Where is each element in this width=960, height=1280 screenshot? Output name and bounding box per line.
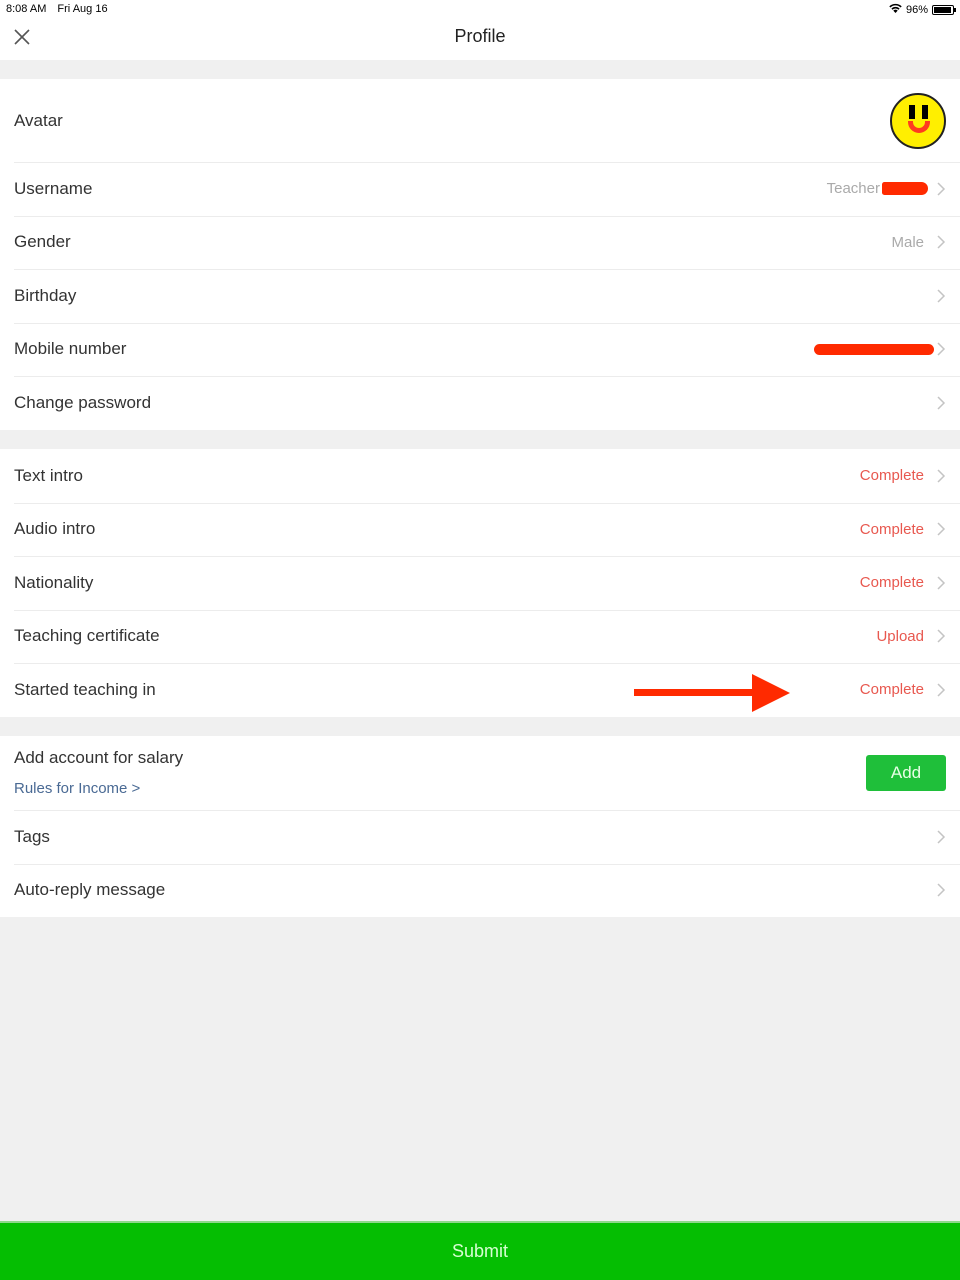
rules-for-income-link[interactable]: Rules for Income > <box>14 780 140 797</box>
chevron-right-icon <box>937 182 946 196</box>
salary-group: Add account for salary Rules for Income … <box>0 736 960 917</box>
status-value: Complete <box>859 681 924 699</box>
gender-value: Male <box>891 233 924 251</box>
chevron-right-icon <box>937 629 946 643</box>
username-row[interactable]: Username Teacher <box>0 162 960 216</box>
row-label: Audio intro <box>14 519 96 539</box>
redaction-mark <box>814 343 934 355</box>
status-value: Complete <box>859 574 924 592</box>
text-intro-row[interactable]: Text intro Complete <box>0 449 960 503</box>
battery-percent: 96% <box>905 3 928 16</box>
chevron-right-icon <box>937 469 946 483</box>
row-label: Text intro <box>14 465 83 485</box>
avatar-eye-icon <box>909 104 915 119</box>
status-date: Fri Aug 16 <box>57 3 108 15</box>
change-password-row[interactable]: Change password <box>0 376 960 430</box>
basic-info-group: Avatar Username Teacher Gender Male Birt… <box>0 79 960 430</box>
row-label: Change password <box>14 392 152 412</box>
redaction-mark <box>882 182 928 196</box>
teaching-info-group: Text intro Complete Audio intro Complete… <box>0 449 960 717</box>
chevron-right-icon <box>937 342 946 356</box>
gender-row[interactable]: Gender Male <box>0 215 960 270</box>
mobile-number-row[interactable]: Mobile number <box>0 322 960 377</box>
avatar-eye-icon <box>922 104 928 119</box>
tags-row[interactable]: Tags <box>0 810 960 864</box>
chevron-right-icon <box>937 830 946 844</box>
row-label: Gender <box>14 232 71 252</box>
chevron-right-icon <box>937 289 946 303</box>
row-label: Mobile number <box>14 339 127 359</box>
status-value: Complete <box>859 520 924 538</box>
row-label: Tags <box>14 826 50 846</box>
row-label: Birthday <box>14 285 77 305</box>
status-value: Upload <box>876 627 924 645</box>
salary-label: Add account for salary <box>14 748 184 767</box>
chevron-right-icon <box>937 522 946 536</box>
chevron-right-icon <box>937 576 946 590</box>
battery-icon <box>932 4 956 15</box>
row-label: Teaching certificate <box>14 626 160 646</box>
status-value: Complete <box>859 467 924 485</box>
avatar-smile-icon <box>908 120 930 133</box>
avatar[interactable] <box>890 92 946 149</box>
salary-row: Add account for salary Rules for Income … <box>0 736 960 810</box>
page-title: Profile <box>454 26 506 46</box>
nationality-row[interactable]: Nationality Complete <box>0 556 960 610</box>
row-label: Username <box>14 178 93 198</box>
status-time: 8:08 AM <box>6 3 47 15</box>
chevron-right-icon <box>937 683 946 697</box>
row-label: Auto-reply message <box>14 880 166 900</box>
avatar-row[interactable]: Avatar <box>0 79 960 162</box>
wifi-icon <box>889 3 902 16</box>
annotation-arrow-icon <box>634 674 790 712</box>
auto-reply-row[interactable]: Auto-reply message <box>0 863 960 918</box>
started-teaching-row[interactable]: Started teaching in Complete <box>0 663 960 717</box>
row-label: Nationality <box>14 572 94 592</box>
audio-intro-row[interactable]: Audio intro Complete <box>0 502 960 557</box>
submit-button[interactable]: Submit <box>0 1221 960 1280</box>
teaching-certificate-row[interactable]: Teaching certificate Upload <box>0 609 960 664</box>
add-account-button[interactable]: Add <box>866 755 946 791</box>
birthday-row[interactable]: Birthday <box>0 269 960 323</box>
nav-bar: Profile <box>0 18 960 60</box>
username-value: Teacher <box>826 180 880 198</box>
avatar-label: Avatar <box>14 110 63 130</box>
status-bar: 8:08 AM Fri Aug 16 96% <box>0 0 960 18</box>
chevron-right-icon <box>937 396 946 410</box>
chevron-right-icon <box>937 883 946 897</box>
chevron-right-icon <box>937 235 946 249</box>
